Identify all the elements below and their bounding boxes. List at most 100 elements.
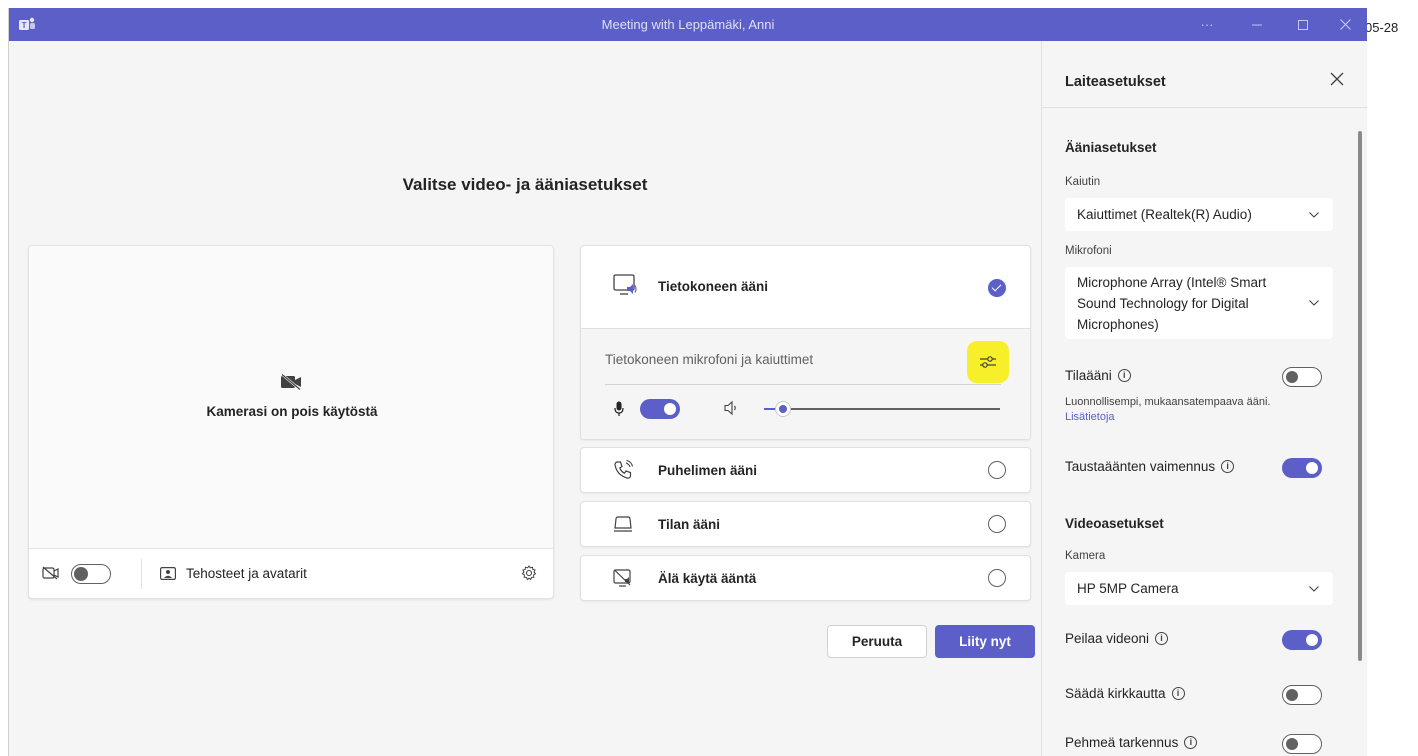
camera-value: HP 5MP Camera bbox=[1077, 581, 1179, 596]
info-icon[interactable]: i bbox=[1184, 736, 1198, 749]
toggle-knob bbox=[1286, 737, 1298, 750]
phone-audio-icon bbox=[614, 460, 634, 479]
microphone-icon bbox=[614, 401, 624, 416]
camera-toggle[interactable] bbox=[71, 564, 111, 584]
spatial-audio-row: Tilaääni i bbox=[1065, 368, 1131, 383]
microphone-value-line1: Microphone Array (Intel® Smart bbox=[1077, 275, 1267, 290]
audio-option-label: Puhelimen ääni bbox=[658, 463, 758, 478]
video-settings-heading: Videoasetukset bbox=[1065, 516, 1164, 531]
audio-option-radio[interactable] bbox=[988, 515, 1006, 533]
speaker-value: Kaiuttimet (Realtek(R) Audio) bbox=[1077, 207, 1252, 222]
toggle-knob bbox=[74, 566, 88, 581]
device-settings-panel: Laiteasetukset Ääniasetukset Kaiutin Kai… bbox=[1041, 41, 1367, 756]
spatial-audio-description: Luonnollisempi, mukaansatempaava ääni. L… bbox=[1065, 395, 1285, 425]
camera-off-icon bbox=[281, 374, 301, 390]
mirror-video-row: Peilaa videoni i bbox=[1065, 631, 1169, 646]
close-panel-icon[interactable] bbox=[1330, 72, 1344, 86]
audio-settings-heading: Ääniasetukset bbox=[1065, 140, 1157, 155]
brightness-label: Säädä kirkkautta bbox=[1065, 686, 1166, 701]
audio-option-label: Tietokoneen ääni bbox=[658, 279, 769, 294]
camera-preview-card: Kamerasi on pois käytöstä Tehosteet ja a… bbox=[28, 245, 554, 599]
panel-title: Laiteasetukset bbox=[1065, 74, 1166, 90]
chevron-down-icon bbox=[1309, 586, 1319, 592]
computer-audio-subtitle: Tietokoneen mikrofoni ja kaiuttimet bbox=[605, 352, 814, 367]
camera-label: Kamera bbox=[1065, 550, 1106, 562]
audio-option-label: Tilan ääni bbox=[658, 517, 721, 532]
panel-header: Laiteasetukset bbox=[1042, 41, 1367, 108]
camera-select[interactable]: HP 5MP Camera bbox=[1065, 572, 1333, 605]
volume-slider-track[interactable] bbox=[764, 408, 1000, 410]
room-audio-icon bbox=[614, 516, 632, 532]
mirror-video-toggle[interactable] bbox=[1282, 630, 1322, 650]
toggle-knob bbox=[1306, 634, 1318, 646]
maximize-button[interactable] bbox=[1280, 8, 1326, 41]
cancel-button[interactable]: Peruuta bbox=[827, 625, 927, 658]
effects-icon bbox=[160, 567, 176, 580]
room-audio-option[interactable]: Tilan ääni bbox=[580, 501, 1031, 547]
noise-suppression-label: Taustaäänten vaimennus bbox=[1065, 459, 1216, 474]
spatial-audio-label: Tilaääni bbox=[1065, 368, 1112, 383]
teams-window: T Meeting with Leppämäki, Anni ··· Valit… bbox=[8, 8, 1367, 756]
video-off-icon bbox=[42, 566, 59, 580]
no-audio-option[interactable]: Älä käytä ääntä bbox=[580, 555, 1031, 601]
effects-and-avatars-button[interactable]: Tehosteet ja avatarit bbox=[186, 566, 307, 581]
speaker-label: Kaiutin bbox=[1065, 176, 1101, 188]
microphone-label: Mikrofoni bbox=[1065, 245, 1112, 257]
device-settings-button[interactable] bbox=[967, 341, 1009, 383]
computer-audio-settings: Tietokoneen mikrofoni ja kaiuttimet bbox=[581, 328, 1030, 439]
edge-date-fragment: 05-28 bbox=[1365, 20, 1399, 35]
camera-off-message: Kamerasi on pois käytöstä bbox=[206, 404, 378, 419]
audio-option-radio[interactable] bbox=[988, 461, 1006, 479]
computer-audio-option[interactable]: Tietokoneen ääni Tietokoneen mikrofoni j… bbox=[580, 245, 1031, 440]
title-bar: T Meeting with Leppämäki, Anni ··· bbox=[9, 8, 1367, 41]
microphone-value-line3: Microphones) bbox=[1077, 317, 1159, 332]
microphone-toggle[interactable] bbox=[640, 399, 680, 419]
toggle-knob bbox=[1306, 462, 1318, 474]
audio-option-radio[interactable] bbox=[988, 279, 1006, 297]
page-title: Valitse video- ja ääniasetukset bbox=[402, 175, 648, 194]
brightness-row: Säädä kirkkautta i bbox=[1065, 686, 1185, 701]
toggle-knob bbox=[1286, 688, 1298, 701]
noise-suppression-row: Taustaäänten vaimennus i bbox=[1065, 459, 1235, 474]
maximize-icon bbox=[1298, 19, 1308, 30]
noise-suppression-toggle[interactable] bbox=[1282, 458, 1322, 478]
soft-focus-toggle[interactable] bbox=[1282, 734, 1322, 754]
info-icon[interactable]: i bbox=[1171, 687, 1185, 700]
spatial-desc-text: Luonnollisempi, mukaansatempaava ääni. bbox=[1065, 396, 1271, 408]
spatial-audio-toggle[interactable] bbox=[1282, 367, 1322, 387]
minimize-icon bbox=[1252, 24, 1262, 25]
mirror-video-label: Peilaa videoni bbox=[1065, 631, 1150, 646]
toggle-knob bbox=[1286, 370, 1298, 383]
microphone-select[interactable]: Microphone Array (Intel® Smart Sound Tec… bbox=[1065, 267, 1333, 339]
speaker-select[interactable]: Kaiuttimet (Realtek(R) Audio) bbox=[1065, 198, 1333, 231]
close-window-button[interactable] bbox=[1322, 8, 1368, 41]
gear-icon[interactable] bbox=[521, 565, 537, 581]
info-icon[interactable]: i bbox=[1221, 460, 1235, 473]
chevron-down-icon bbox=[1309, 212, 1319, 218]
phone-audio-option[interactable]: Puhelimen ääni bbox=[580, 447, 1031, 493]
learn-more-link[interactable]: Lisätietoja bbox=[1065, 411, 1115, 423]
info-icon[interactable]: i bbox=[1117, 369, 1131, 382]
toggle-knob bbox=[664, 403, 676, 415]
microphone-value-line2: Sound Technology for Digital bbox=[1077, 296, 1249, 311]
minimize-button[interactable] bbox=[1234, 8, 1280, 41]
close-icon bbox=[1339, 19, 1351, 30]
computer-audio-icon bbox=[613, 274, 637, 295]
soft-focus-label: Pehmeä tarkennus bbox=[1065, 735, 1179, 750]
volume-slider-thumb[interactable] bbox=[775, 401, 791, 417]
soft-focus-row: Pehmeä tarkennus i bbox=[1065, 735, 1198, 750]
audio-option-radio[interactable] bbox=[988, 569, 1006, 587]
window-title: Meeting with Leppämäki, Anni bbox=[601, 17, 775, 32]
speaker-icon bbox=[724, 400, 736, 416]
info-icon[interactable]: i bbox=[1155, 632, 1169, 645]
more-options-button[interactable]: ··· bbox=[1184, 8, 1230, 41]
brightness-toggle[interactable] bbox=[1282, 685, 1322, 705]
panel-scrollbar[interactable] bbox=[1358, 131, 1362, 661]
join-now-button[interactable]: Liity nyt bbox=[935, 625, 1035, 658]
divider bbox=[141, 559, 142, 589]
divider bbox=[605, 384, 1001, 385]
chevron-down-icon bbox=[1309, 300, 1319, 306]
audio-option-label: Älä käytä ääntä bbox=[658, 571, 757, 586]
camera-controls-bar: Tehosteet ja avatarit bbox=[29, 548, 553, 598]
no-audio-icon bbox=[613, 569, 631, 587]
